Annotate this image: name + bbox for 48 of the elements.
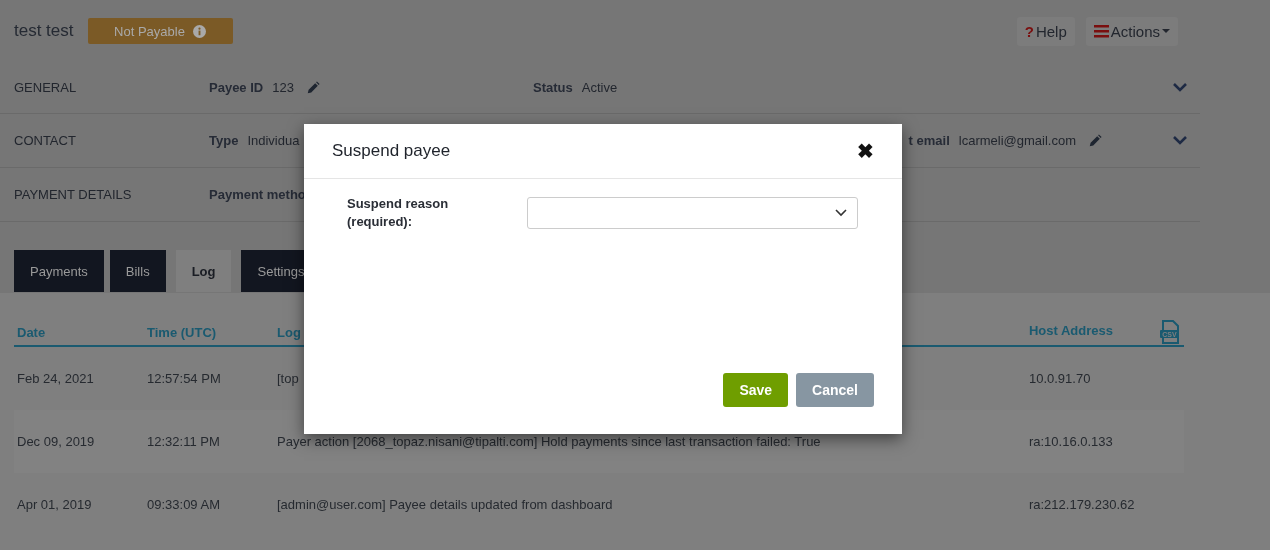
table-cell: Dec 09, 2019 (17, 434, 95, 449)
help-button[interactable]: ?Help (1016, 16, 1075, 46)
field-label: t email (908, 133, 950, 148)
field-label: Type (209, 133, 239, 148)
table-cell: ra:212.179.230.62 (1028, 497, 1135, 512)
field-label: Status (533, 80, 573, 95)
field-value: 123 (272, 80, 294, 95)
field-value: lcarmeli@gmail.com (958, 133, 1076, 148)
chevron-down-icon[interactable] (1173, 135, 1187, 145)
section-title: PAYMENT DETAILS (14, 187, 133, 202)
table-cell: ra:10.16.0.133 (1028, 434, 1113, 449)
table-cell: [admin@user.com] Payee details updated from dashboard (277, 497, 613, 512)
table-cell: Feb 24, 2021 (17, 371, 94, 386)
pencil-icon[interactable] (305, 80, 320, 95)
tab[interactable]: Payments (14, 250, 104, 292)
table-cell: 09:33:09 AM (147, 497, 220, 512)
field-label: Suspend reason (required): (347, 195, 450, 231)
field-value: Individua (247, 133, 300, 148)
field-label: Payment metho (209, 187, 306, 202)
field-label: Payee ID (209, 80, 264, 95)
close-button[interactable]: ✖ (857, 139, 874, 163)
section-title: GENERAL (14, 80, 78, 95)
chevron-down-icon (835, 209, 847, 217)
tab[interactable]: Bills (109, 250, 166, 292)
cancel-button[interactable]: Cancel (796, 373, 874, 407)
column-header[interactable]: Log (277, 324, 301, 340)
field-value: Active (581, 80, 618, 95)
column-header[interactable]: Host Address (1028, 323, 1113, 339)
actions-button[interactable]: Actions (1085, 16, 1178, 46)
pencil-icon[interactable] (1088, 133, 1102, 148)
save-button[interactable]: Save (723, 373, 789, 407)
table-cell: [top (277, 371, 299, 386)
chevron-down-icon[interactable] (1173, 82, 1187, 92)
table-cell: Payer action [2068_topaz.nisani@tipalti.com] Hold payments since last transaction failed: True (277, 434, 821, 449)
caret-icon (1162, 29, 1170, 33)
info-icon (192, 24, 206, 38)
status-badge: Not Payable (87, 18, 233, 44)
table-cell: 10.0.91.70 (1028, 371, 1091, 386)
dialog-title: Suspend payee (332, 141, 451, 161)
section-title: CONTACT (14, 133, 77, 148)
table-cell: 12:57:54 PM (147, 371, 221, 386)
payee-name: test test (14, 21, 74, 41)
column-header[interactable]: Time (UTC) (147, 324, 217, 340)
tab[interactable]: Log (175, 250, 232, 292)
column-header[interactable]: Date (17, 324, 46, 340)
table-cell: Apr 01, 2019 (17, 497, 92, 512)
menu-icon (1093, 24, 1109, 38)
table-cell: 12:32:11 PM (147, 434, 220, 449)
